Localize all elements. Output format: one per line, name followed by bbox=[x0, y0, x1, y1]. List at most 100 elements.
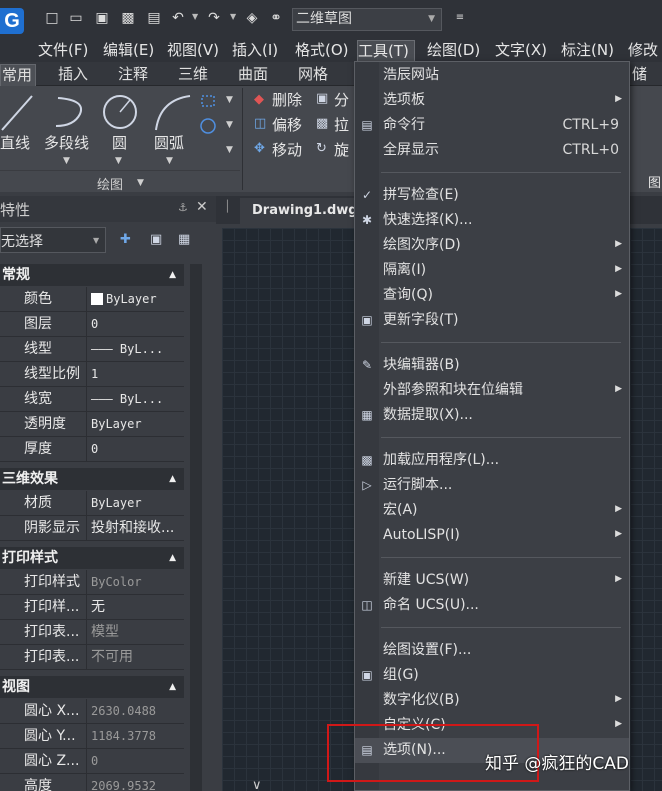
arc-button[interactable]: 圆弧 bbox=[154, 132, 184, 153]
prop-row-linetype[interactable]: 线型 ——— ByL... bbox=[0, 337, 184, 362]
offset-button[interactable]: 偏移 bbox=[272, 114, 302, 135]
chevron-down-icon[interactable]: ▼ bbox=[115, 156, 122, 166]
menu-view[interactable]: 视图(V) bbox=[167, 40, 219, 62]
menu-item-18[interactable]: 宏(A) ▶ bbox=[355, 498, 629, 523]
redo-dropdown-icon[interactable]: ▼ bbox=[230, 12, 237, 22]
menu-tools[interactable]: 工具(T) bbox=[357, 40, 415, 62]
close-icon[interactable]: ✕ bbox=[196, 199, 208, 215]
prop-row-layer[interactable]: 图层 0 bbox=[0, 312, 184, 337]
quick-select-icon[interactable]: ▦ bbox=[178, 232, 190, 247]
explode-button[interactable]: 分 bbox=[334, 89, 349, 110]
tab-3d[interactable]: 三维 bbox=[178, 64, 208, 86]
select-objects-icon[interactable]: ▣ bbox=[150, 232, 162, 247]
properties-scrollbar[interactable] bbox=[190, 264, 202, 791]
undo-dropdown-icon[interactable]: ▼ bbox=[192, 12, 199, 22]
chevron-down-icon[interactable]: ▼ bbox=[226, 120, 233, 130]
menu-insert[interactable]: 插入(I) bbox=[232, 40, 278, 62]
prop-row-plot-style-table[interactable]: 打印样... 无 bbox=[0, 595, 184, 620]
tab-scroll-icon[interactable]: │ bbox=[224, 200, 231, 213]
prop-row-material[interactable]: 材质 ByLayer bbox=[0, 491, 184, 516]
customize-icon[interactable]: ≡ bbox=[452, 10, 468, 26]
prop-row-thickness[interactable]: 厚度 0 bbox=[0, 437, 184, 462]
tab-insert[interactable]: 插入 bbox=[58, 64, 88, 86]
prop-row-transparency[interactable]: 透明度 ByLayer bbox=[0, 412, 184, 437]
menu-edit[interactable]: 编辑(E) bbox=[103, 40, 154, 62]
save-as-icon[interactable]: ▩ bbox=[120, 10, 136, 26]
menu-item-6[interactable]: ✱ 快速选择(K)... bbox=[355, 208, 629, 233]
menu-item-25[interactable]: ▣ 组(G) bbox=[355, 663, 629, 688]
menu-dimension[interactable]: 标注(N) bbox=[561, 40, 614, 62]
menu-item-1[interactable]: 选项板 ▶ bbox=[355, 88, 629, 113]
undo-icon[interactable]: ↶ bbox=[170, 10, 186, 26]
menu-item-9[interactable]: 查询(Q) ▶ bbox=[355, 283, 629, 308]
tab-storage[interactable]: 储 bbox=[632, 64, 647, 86]
save-icon[interactable]: ▣ bbox=[94, 10, 110, 26]
tab-mesh[interactable]: 网格 bbox=[298, 64, 328, 86]
open-folder-icon[interactable]: ▭ bbox=[68, 10, 84, 26]
print-icon[interactable]: ▤ bbox=[146, 10, 162, 26]
chevron-down-icon[interactable]: ▼ bbox=[63, 156, 70, 166]
menu-modify[interactable]: 修改 bbox=[628, 40, 658, 62]
menu-item-17[interactable]: ▷ 运行脚本... bbox=[355, 473, 629, 498]
prop-row-center-z[interactable]: 圆心 Z... 0 bbox=[0, 749, 184, 774]
prop-row-color[interactable]: 颜色 ByLayer bbox=[0, 287, 184, 312]
menu-item-24[interactable]: 绘图设置(F)... bbox=[355, 638, 629, 663]
erase-button[interactable]: 删除 bbox=[272, 89, 302, 110]
menu-item-12[interactable]: ✎ 块编辑器(B) bbox=[355, 353, 629, 378]
prop-row-plot-table-type[interactable]: 打印表... 不可用 bbox=[0, 645, 184, 670]
menu-item-16[interactable]: ▩ 加载应用程序(L)... bbox=[355, 448, 629, 473]
draw-panel-footer[interactable]: 绘图 ▼ bbox=[0, 170, 240, 193]
menu-draw[interactable]: 绘图(D) bbox=[427, 40, 480, 62]
prop-row-center-x[interactable]: 圆心 X... 2630.0488 bbox=[0, 699, 184, 724]
toggle-pickadd-icon[interactable]: ✚ bbox=[120, 232, 131, 247]
section-3d-effects[interactable]: 三维效果 ▲ bbox=[0, 468, 184, 490]
chevron-down-icon[interactable]: ▼ bbox=[226, 145, 233, 155]
selection-dropdown[interactable]: 无选择 ▼ bbox=[0, 227, 106, 253]
menu-item-26[interactable]: 数字化仪(B) ▶ bbox=[355, 688, 629, 713]
menu-item-10[interactable]: ▣ 更新字段(T) bbox=[355, 308, 629, 333]
tab-home[interactable]: 常用 bbox=[0, 64, 36, 86]
polyline-button[interactable]: 多段线 bbox=[44, 132, 89, 153]
menu-item-2[interactable]: ▤ 命令行 CTRL+9 bbox=[355, 113, 629, 138]
redo-icon[interactable]: ↷ bbox=[206, 10, 222, 26]
menu-item-0[interactable]: 浩辰网站 bbox=[355, 63, 629, 88]
pin-icon[interactable]: ⚓ bbox=[178, 201, 188, 214]
app-logo[interactable]: G bbox=[0, 8, 24, 34]
move-button[interactable]: 移动 bbox=[272, 139, 302, 160]
tab-surface[interactable]: 曲面 bbox=[238, 64, 268, 86]
rotate-button[interactable]: 旋 bbox=[334, 139, 349, 160]
menu-text[interactable]: 文字(X) bbox=[495, 40, 547, 62]
prop-row-lineweight[interactable]: 线宽 ——— ByL... bbox=[0, 387, 184, 412]
chevron-down-icon[interactable]: ▼ bbox=[226, 95, 233, 105]
menu-item-7[interactable]: 绘图次序(D) ▶ bbox=[355, 233, 629, 258]
prop-row-plot-style[interactable]: 打印样式 ByColor bbox=[0, 570, 184, 595]
section-plot-style[interactable]: 打印样式 ▲ bbox=[0, 547, 184, 569]
line-button[interactable]: 直线 bbox=[0, 132, 30, 153]
menu-item-5[interactable]: ✓ 拼写检查(E) bbox=[355, 183, 629, 208]
menu-file[interactable]: 文件(F) bbox=[38, 40, 88, 62]
new-file-icon[interactable]: □ bbox=[44, 10, 60, 26]
prop-row-linetype-scale[interactable]: 线型比例 1 bbox=[0, 362, 184, 387]
workspace-select[interactable]: 二维草图 ▼ bbox=[292, 8, 442, 31]
prop-row-plot-table-attached[interactable]: 打印表... 模型 bbox=[0, 620, 184, 645]
prop-row-height[interactable]: 高度 2069.9532 bbox=[0, 774, 184, 791]
menu-item-3[interactable]: 全屏显示 CTRL+0 bbox=[355, 138, 629, 163]
menu-format[interactable]: 格式(O) bbox=[295, 40, 349, 62]
menu-item-19[interactable]: AutoLISP(I) ▶ bbox=[355, 523, 629, 548]
tab-annotate[interactable]: 注释 bbox=[118, 64, 148, 86]
chevron-down-icon[interactable]: ▼ bbox=[166, 156, 173, 166]
headset-icon[interactable]: ⚭ bbox=[268, 10, 284, 26]
section-view[interactable]: 视图 ▲ bbox=[0, 676, 184, 698]
menu-item-8[interactable]: 隔离(I) ▶ bbox=[355, 258, 629, 283]
circle-button[interactable]: 圆 bbox=[112, 132, 127, 153]
menu-item-13[interactable]: 外部参照和块在位编辑 ▶ bbox=[355, 378, 629, 403]
layers-icon[interactable]: ◈ bbox=[244, 10, 260, 26]
stretch-button[interactable]: 拉 bbox=[334, 114, 349, 135]
section-general[interactable]: 常规 ▲ bbox=[0, 264, 184, 286]
prop-row-center-y[interactable]: 圆心 Y... 1184.3778 bbox=[0, 724, 184, 749]
prop-row-shadow[interactable]: 阴影显示 投射和接收... bbox=[0, 516, 184, 541]
menu-item-14[interactable]: ▦ 数据提取(X)... bbox=[355, 403, 629, 428]
menu-item-22[interactable]: ◫ 命名 UCS(U)... bbox=[355, 593, 629, 618]
menu-item-21[interactable]: 新建 UCS(W) ▶ bbox=[355, 568, 629, 593]
tab-drawing1[interactable]: Drawing1.dwg bbox=[240, 198, 358, 224]
